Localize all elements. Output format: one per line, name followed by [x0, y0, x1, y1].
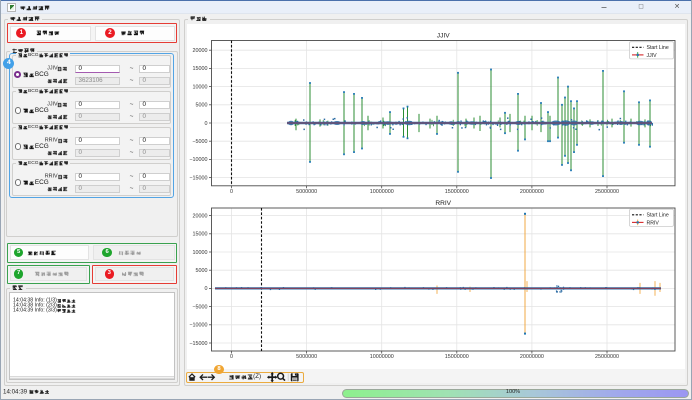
svg-text:10000: 10000	[193, 84, 208, 90]
svg-text:−10000: −10000	[189, 157, 207, 163]
svg-text:0: 0	[230, 354, 233, 360]
svg-text:15000000: 15000000	[445, 189, 469, 195]
svg-text:RRIV: RRIV	[647, 220, 660, 226]
svg-text:15000000: 15000000	[445, 354, 469, 360]
svg-text:JJIV: JJIV	[437, 33, 450, 40]
svg-text:5000000: 5000000	[296, 189, 317, 195]
svg-text:Start Line: Start Line	[647, 45, 669, 51]
svg-text:15000: 15000	[193, 232, 208, 238]
svg-text:20000: 20000	[193, 213, 208, 219]
svg-text:−5000: −5000	[192, 304, 207, 310]
svg-text:25000000: 25000000	[595, 354, 619, 360]
svg-text:15000: 15000	[193, 66, 208, 72]
svg-text:20000: 20000	[193, 48, 208, 54]
svg-text:0: 0	[230, 189, 233, 195]
svg-text:0: 0	[205, 286, 208, 292]
svg-text:−10000: −10000	[189, 323, 207, 329]
svg-text:Start Line: Start Line	[647, 213, 669, 219]
svg-text:25000000: 25000000	[595, 189, 619, 195]
svg-text:−15000: −15000	[189, 175, 207, 181]
svg-text:5000: 5000	[196, 268, 208, 274]
svg-text:5000: 5000	[196, 103, 208, 109]
svg-text:0: 0	[205, 121, 208, 127]
svg-text:20000000: 20000000	[520, 189, 544, 195]
svg-text:10000: 10000	[193, 250, 208, 256]
svg-text:−15000: −15000	[189, 341, 207, 347]
svg-text:JJIV: JJIV	[647, 53, 658, 59]
svg-text:5000000: 5000000	[296, 354, 317, 360]
svg-text:20000000: 20000000	[520, 354, 544, 360]
svg-text:−5000: −5000	[192, 139, 207, 145]
svg-text:10000000: 10000000	[370, 189, 394, 195]
svg-text:10000000: 10000000	[370, 354, 394, 360]
svg-text:RRIV: RRIV	[435, 200, 451, 207]
